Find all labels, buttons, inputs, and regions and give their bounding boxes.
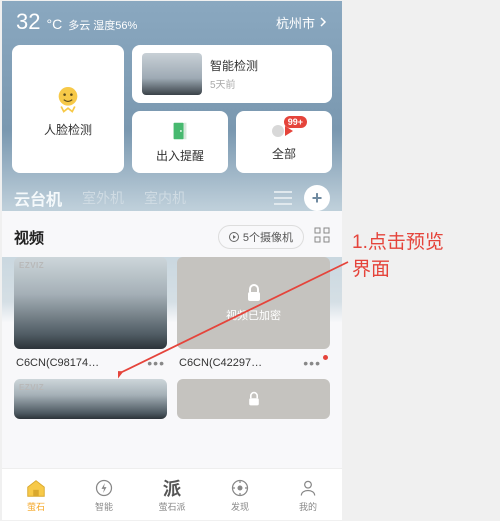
nav-discover[interactable]: 发现: [206, 469, 274, 520]
face-icon: [51, 81, 85, 115]
nav-pai-label: 萤石派: [158, 500, 185, 513]
door-alert-label: 出入提醒: [156, 147, 204, 164]
brand-label: EZVIZ: [19, 261, 44, 270]
tab-ptz[interactable]: 云台机: [14, 186, 62, 210]
bottom-nav: 萤石 智能 派 萤石派 发现 我的: [2, 468, 342, 520]
video-grid-2: EZVIZ: [2, 379, 342, 419]
home-icon: [25, 477, 47, 499]
device-tabs: 云台机 室外机 室内机 +: [2, 185, 342, 211]
video-thumbnail-1[interactable]: EZVIZ: [14, 257, 167, 349]
smart-thumbnail: [142, 53, 202, 95]
nav-home[interactable]: 萤石: [2, 469, 70, 520]
video-more-2[interactable]: •••: [303, 355, 328, 371]
nav-mine[interactable]: 我的: [274, 469, 342, 520]
discover-icon: [229, 477, 251, 499]
feature-cards: 人脸检测 智能检测 5天前 出入提醒: [2, 45, 342, 173]
bolt-icon: [93, 477, 115, 499]
camera-count-label: 5个摄像机: [243, 229, 293, 245]
video-section-header: 视频 5个摄像机: [2, 211, 342, 257]
video-name-1: C6CN(C98174…: [16, 357, 99, 369]
city-selector[interactable]: 杭州市: [276, 13, 328, 32]
weather-block[interactable]: 32 °C 多云 湿度56%: [16, 9, 137, 35]
video-tile-4[interactable]: [177, 379, 330, 419]
smart-detect-time: 5天前: [210, 76, 258, 91]
face-detect-card[interactable]: 人脸检测: [12, 45, 124, 173]
chevron-right-icon: [318, 17, 328, 27]
video-thumbnail-2[interactable]: 视频已加密: [177, 257, 330, 349]
nav-home-label: 萤石: [27, 500, 45, 513]
annotation-line1: 1.点击预览: [352, 230, 444, 257]
camera-count-pill[interactable]: 5个摄像机: [218, 225, 304, 249]
video-name-2: C6CN(C42297…: [179, 357, 262, 369]
face-detect-label: 人脸检测: [44, 121, 92, 138]
pai-icon: 派: [161, 477, 183, 499]
door-icon: [169, 120, 191, 147]
all-icon: 99+: [271, 122, 297, 145]
lock-icon: [246, 391, 262, 407]
city-label: 杭州市: [276, 13, 315, 32]
annotation-text: 1.点击预览 界面: [352, 230, 444, 283]
tab-menu-icon[interactable]: [274, 191, 292, 205]
tab-indoor[interactable]: 室内机: [144, 188, 186, 208]
add-device-button[interactable]: +: [304, 185, 330, 211]
video-tile-1[interactable]: EZVIZ C6CN(C98174… •••: [14, 257, 167, 371]
video-grid: EZVIZ C6CN(C98174… ••• 视频已加密 C6CN(C42297…: [2, 257, 342, 371]
play-icon: [229, 232, 239, 242]
nav-smart-label: 智能: [95, 500, 113, 513]
video-section-title: 视频: [14, 227, 44, 248]
badge-count: 99+: [284, 116, 307, 128]
locked-label: 视频已加密: [226, 307, 281, 323]
weather-text: 多云 湿度56%: [68, 17, 137, 33]
lock-icon: [244, 283, 264, 303]
person-icon: [297, 477, 319, 499]
smart-detect-label: 智能检测: [210, 57, 258, 74]
video-tile-2[interactable]: 视频已加密 C6CN(C42297… •••: [177, 257, 330, 371]
notification-dot-icon: [323, 355, 328, 360]
nav-pai[interactable]: 派 萤石派: [138, 469, 206, 520]
nav-discover-label: 发现: [231, 500, 249, 513]
video-thumbnail-4[interactable]: [177, 379, 330, 419]
brand-label: EZVIZ: [19, 383, 44, 392]
door-alert-card[interactable]: 出入提醒: [132, 111, 228, 173]
video-tile-3[interactable]: EZVIZ: [14, 379, 167, 419]
video-more-1[interactable]: •••: [147, 355, 165, 371]
video-thumbnail-3[interactable]: EZVIZ: [14, 379, 167, 419]
temperature-value: 32: [16, 9, 40, 35]
nav-smart[interactable]: 智能: [70, 469, 138, 520]
layout-toggle-icon[interactable]: [314, 227, 330, 248]
tab-outdoor[interactable]: 室外机: [82, 188, 124, 208]
annotation-line2: 界面: [352, 257, 444, 284]
all-alerts-label: 全部: [272, 145, 296, 162]
all-alerts-card[interactable]: 99+ 全部: [236, 111, 332, 173]
nav-mine-label: 我的: [299, 500, 317, 513]
phone-frame: 32 °C 多云 湿度56% 杭州市 人脸检测 智能检测 5天前: [2, 1, 342, 520]
status-bar: 32 °C 多云 湿度56% 杭州市: [2, 1, 342, 39]
smart-detect-card[interactable]: 智能检测 5天前: [132, 45, 332, 103]
temperature-unit: °C: [46, 16, 62, 32]
